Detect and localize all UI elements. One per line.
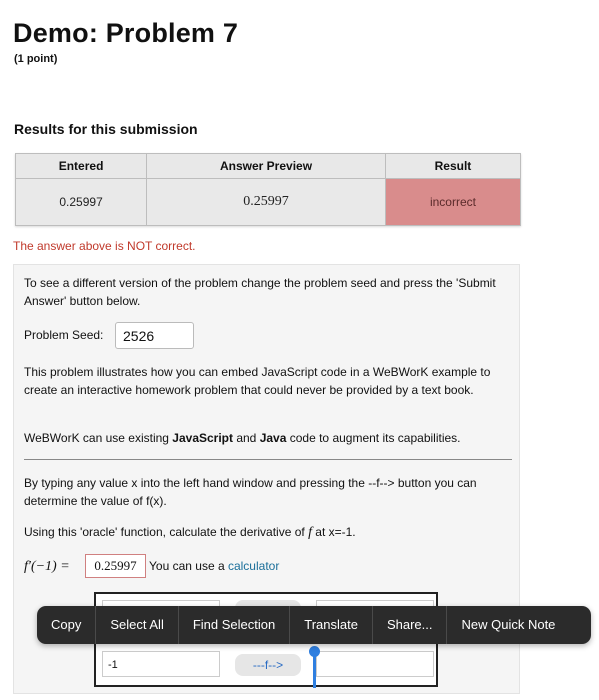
answer-input[interactable]: 0.25997: [85, 554, 146, 578]
menu-item-translate[interactable]: Translate: [290, 606, 372, 644]
page-title: Demo: Problem 7: [13, 18, 239, 48]
menu-item-new-quick-note[interactable]: New Quick Note: [447, 606, 569, 644]
context-menu: Copy Select All Find Selection Translate…: [37, 606, 591, 644]
seed-instructions: To see a different version of the proble…: [24, 276, 496, 308]
menu-item-find-selection[interactable]: Find Selection: [179, 606, 289, 644]
calculator-link[interactable]: calculator: [228, 559, 279, 573]
not-correct-message: The answer above is NOT correct.: [13, 239, 196, 253]
capabilities-and: and: [233, 431, 260, 445]
column-header-result: Result: [384, 153, 522, 179]
column-header-answer-preview: Answer Preview: [146, 153, 386, 179]
column-header-entered: Entered: [14, 153, 148, 179]
question-prefix: Using this 'oracle' function, calculate …: [24, 525, 309, 539]
oracle-instructions: By typing any value x into the left hand…: [24, 476, 477, 508]
question-suffix: at x=-1.: [311, 525, 356, 539]
calculator-text: You can use a calculator: [149, 559, 279, 573]
capabilities-suffix: code to augment its capabilities.: [286, 431, 461, 445]
page: Demo: Problem 7 (1 point) Results for th…: [0, 0, 599, 700]
divider: [24, 459, 512, 460]
answer-preview-cell: 0.25997: [146, 178, 386, 226]
menu-item-select-all[interactable]: Select All: [96, 606, 177, 644]
derivative-label: f′(−1) =: [24, 559, 70, 574]
oracle-input[interactable]: -1: [102, 651, 220, 677]
javascript-label: JavaScript: [172, 431, 233, 445]
selection-cursor[interactable]: [313, 652, 316, 688]
question-text: Using this 'oracle' function, calculate …: [24, 523, 509, 542]
results-heading: Results for this submission: [14, 121, 198, 137]
menu-item-copy[interactable]: Copy: [37, 606, 95, 644]
entered-cell: 0.25997: [14, 178, 148, 226]
table-row: 0.25997 0.25997 incorrect: [14, 178, 522, 226]
oracle-f-button[interactable]: ---f-->: [235, 654, 301, 676]
result-cell: incorrect: [384, 178, 522, 226]
calculator-prefix: You can use a: [149, 559, 228, 573]
capabilities-text: WeBWorK can use existing JavaScript and …: [24, 429, 509, 447]
menu-item-share[interactable]: Share...: [373, 606, 447, 644]
java-label: Java: [259, 431, 287, 445]
capabilities-prefix: WeBWorK can use existing: [24, 431, 173, 445]
problem-seed-input[interactable]: 2526: [115, 322, 194, 349]
results-table: Entered Answer Preview Result 0.25997 0.…: [14, 153, 522, 226]
seed-label: Problem Seed:: [24, 328, 104, 342]
points-label: (1 point): [14, 53, 58, 65]
oracle-output: [316, 651, 434, 677]
problem-description: This problem illustrates how you can emb…: [24, 365, 491, 397]
